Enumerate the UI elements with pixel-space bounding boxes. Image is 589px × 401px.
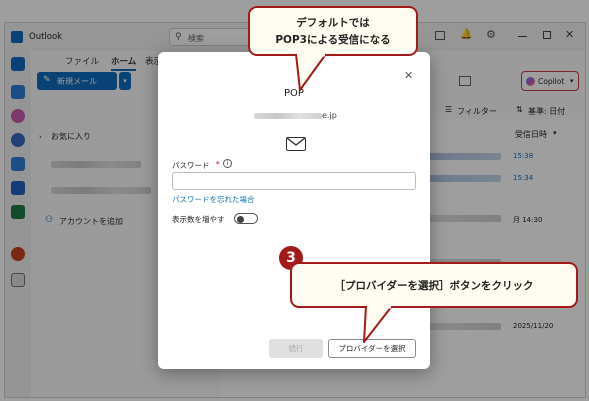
password-label: パスワード bbox=[172, 161, 210, 170]
email-suffix: e.jp bbox=[322, 111, 337, 120]
bottom-callout: ［プロバイダーを選択］ボタンをクリック bbox=[290, 262, 578, 308]
email-address: e.jp bbox=[254, 111, 344, 121]
top-callout-pointer bbox=[295, 54, 327, 91]
top-callout-line1: デフォルトでは bbox=[296, 17, 370, 29]
top-callout-line2: POP3による受信になる bbox=[275, 34, 391, 46]
email-blurred-part bbox=[254, 113, 322, 119]
required-mark: * bbox=[216, 160, 220, 169]
show-more-label: 表示数を増やす bbox=[172, 215, 225, 224]
bottom-callout-text: ［プロバイダーを選択］ボタンをクリック bbox=[334, 280, 534, 292]
bottom-callout-pointer bbox=[363, 306, 393, 343]
envelope-flap-icon bbox=[286, 137, 306, 146]
toggle-knob bbox=[237, 215, 244, 223]
top-callout: デフォルトでは POP3による受信になる bbox=[248, 6, 418, 56]
forgot-password-link[interactable]: パスワードを忘れた場合 bbox=[172, 194, 255, 205]
continue-button[interactable]: 続行 bbox=[269, 339, 323, 358]
password-input[interactable] bbox=[172, 172, 416, 190]
show-more-toggle[interactable] bbox=[234, 213, 258, 224]
close-icon[interactable]: ✕ bbox=[404, 69, 413, 82]
info-icon[interactable]: i bbox=[223, 159, 232, 168]
